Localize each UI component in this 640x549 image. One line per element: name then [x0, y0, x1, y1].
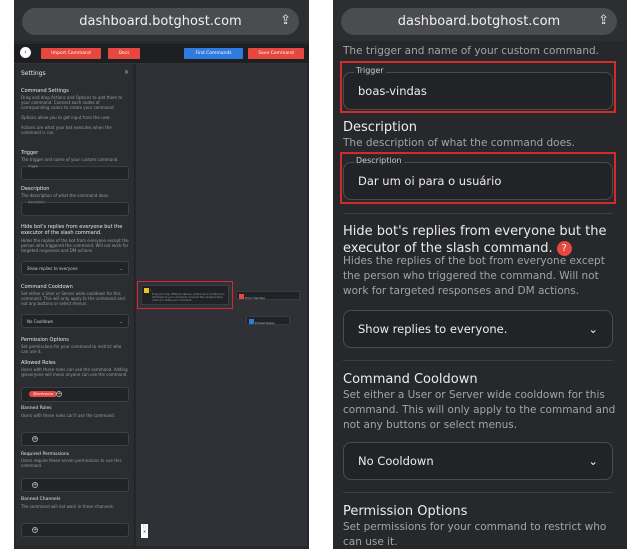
options-text: Options allow you to get input from the … [21, 115, 129, 120]
allowed-roles-title: Allowed Roles [21, 360, 56, 366]
hide-replies-title: Hide bot's replies from everyone but the… [343, 223, 613, 257]
embed-reply-node[interactable]: Embed Reply [246, 316, 290, 325]
required-permissions-desc: Users require these server permissions t… [21, 458, 129, 468]
canvas-controls[interactable]: ⛶✕ [141, 524, 148, 538]
back-button[interactable]: ‹ [20, 47, 31, 58]
toolbar: ‹ Import Command Docs Find Commands Save… [14, 44, 309, 64]
share-icon[interactable]: ⇪ [598, 13, 609, 28]
command-settings-title: Command Settings [21, 88, 69, 94]
settings-title: Settings [21, 70, 46, 77]
role-chip-everyone[interactable]: @everyone [29, 391, 57, 397]
share-icon[interactable]: ⇪ [280, 13, 291, 28]
cooldown-select[interactable]: No Cooldown ⌄ [343, 442, 613, 480]
url-bar[interactable]: dashboard.botghost.com ⇪ [341, 8, 617, 35]
trigger-title: Trigger [21, 150, 38, 156]
save-command-button[interactable]: Save Command [248, 48, 304, 59]
required-permissions-title: Required Permissions [21, 452, 69, 457]
find-commands-button[interactable]: Find Commands [184, 48, 243, 59]
url-text: dashboard.botghost.com [79, 14, 241, 29]
close-icon[interactable]: ✕ [124, 69, 129, 76]
cooldown-desc: Set either a User or Server wide cooldow… [21, 291, 129, 307]
banned-channels-field[interactable]: + [21, 523, 129, 537]
docs-button[interactable]: Docs [108, 48, 140, 59]
trigger-desc: The trigger and name of your custom comm… [21, 157, 129, 162]
command-canvas[interactable]: / Drag and drop different options, actio… [136, 64, 307, 546]
url-text: dashboard.botghost.com [398, 14, 560, 29]
right-phone-screenshot: dashboard.botghost.com ⇪ The trigger and … [333, 0, 627, 549]
trigger-desc: The trigger and name of your custom comm… [343, 44, 617, 59]
allowed-roles-desc: Users with these roles can use the comma… [21, 367, 129, 377]
cooldown-desc: Set either a User or Server wide cooldow… [343, 388, 617, 433]
reply-icon [249, 319, 254, 324]
import-command-button[interactable]: Import Command [41, 48, 101, 59]
hide-replies-value: Show replies to everyone. [358, 322, 507, 336]
trigger-input[interactable]: Trigger [21, 166, 129, 180]
description-title: Description [343, 120, 417, 135]
hide-replies-value: Show replies to everyone [27, 266, 78, 271]
divider [343, 213, 613, 214]
add-icon[interactable]: + [56, 391, 62, 397]
banned-roles-field[interactable]: + [21, 432, 129, 446]
chevron-down-icon: ⌄ [588, 322, 598, 336]
banned-roles-desc: Users with these roles can't use the com… [21, 413, 129, 418]
chevron-down-icon: ⌄ [120, 266, 123, 271]
description-desc: The description of what the command does… [343, 136, 617, 151]
reply-node-label: Embed Reply [255, 321, 275, 325]
command-settings-text: Drag and drop Actions and Options to add… [21, 95, 129, 111]
description-label: Description [27, 200, 46, 204]
url-bar[interactable]: dashboard.botghost.com ⇪ [22, 8, 299, 35]
required-permissions-field[interactable]: + [21, 478, 129, 492]
highlight-box [137, 281, 233, 309]
trigger-label: Trigger [27, 164, 39, 168]
chevron-down-icon: ⌄ [120, 319, 123, 324]
divider [343, 492, 613, 493]
cooldown-title: Command Cooldown [21, 284, 73, 290]
hide-replies-desc: Hides the replies of the bot from everyo… [21, 238, 129, 254]
banned-roles-title: Banned Roles [21, 406, 52, 411]
cooldown-value: No Cooldown [358, 454, 434, 468]
hide-replies-desc: Hides the replies of the bot from everyo… [343, 254, 617, 299]
banned-channels-desc: The command will not work in these chann… [21, 504, 129, 509]
hide-replies-title: Hide bot's replies from everyone but the… [21, 224, 129, 236]
permissions-title: Permission Options [343, 504, 467, 519]
cooldown-value: No Cooldown [27, 319, 53, 324]
error-handler-node[interactable]: Error Handler [236, 291, 300, 300]
error-icon [239, 294, 244, 299]
add-icon[interactable]: + [32, 482, 38, 488]
description-input[interactable]: Description [21, 202, 129, 216]
allowed-roles-field[interactable]: @everyone+ [21, 387, 129, 402]
chevron-down-icon: ⌄ [588, 454, 598, 468]
cooldown-select[interactable]: No Cooldown ⌄ [21, 314, 129, 328]
add-icon[interactable]: + [32, 527, 38, 533]
banned-channels-title: Banned Channels [21, 497, 60, 502]
error-node-label: Error Handler [245, 296, 265, 300]
settings-panel: Settings ✕ Command Settings Drag and dro… [16, 64, 135, 546]
hide-replies-select[interactable]: Show replies to everyone. ⌄ [343, 310, 613, 348]
description-title: Description [21, 186, 49, 192]
left-phone-screenshot: dashboard.botghost.com ⇪ ‹ Import Command… [14, 0, 309, 549]
hide-replies-select[interactable]: Show replies to everyone ⌄ [21, 261, 129, 275]
description-desc: The description of what the command does… [21, 193, 129, 198]
description-highlight [340, 152, 616, 204]
cooldown-title: Command Cooldown [343, 372, 478, 387]
actions-text: Actions are what your bot executes when … [21, 125, 129, 135]
add-icon[interactable]: + [32, 436, 38, 442]
divider [343, 360, 613, 361]
permissions-desc: Set permissions for your command to rest… [343, 520, 617, 549]
permissions-desc: Set permissions for your command to rest… [21, 344, 129, 354]
trigger-highlight [340, 61, 616, 113]
permissions-title: Permission Options [21, 337, 69, 343]
